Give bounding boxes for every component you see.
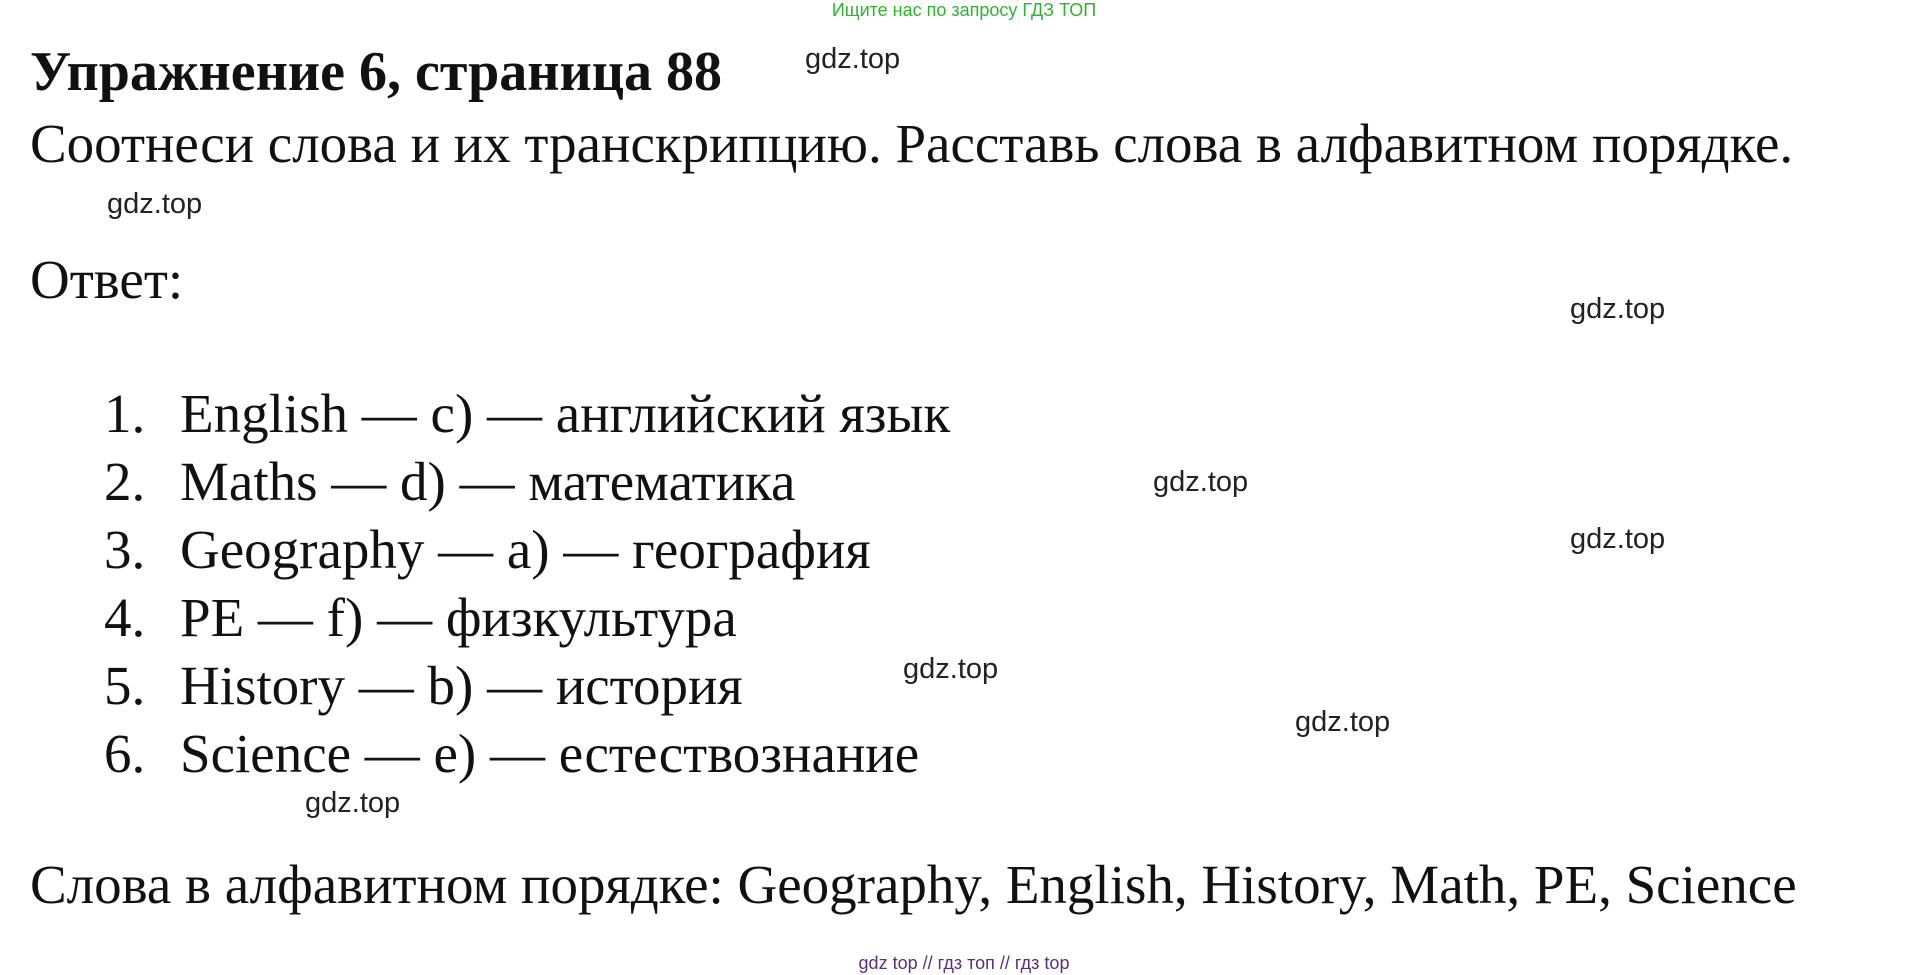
list-item-number: 2. xyxy=(104,451,146,512)
watermark: gdz.top xyxy=(1295,706,1391,738)
list-item-text: History — b) — история xyxy=(180,655,743,716)
list-item-number: 1. xyxy=(104,383,146,444)
watermark: gdz.top xyxy=(1570,523,1666,555)
watermark: gdz.top xyxy=(805,43,901,75)
watermark: gdz.top xyxy=(903,653,999,685)
answer-label: Ответ: xyxy=(30,249,184,310)
list-item: 2. Maths — d) — математика xyxy=(104,454,795,509)
footer-links[interactable]: gdz top // гдз топ // гдз top xyxy=(0,953,1928,974)
alphabetical-order-line: Слова в алфавитном порядке: Geography, E… xyxy=(30,854,1797,915)
top-banner: Ищите нас по запросу ГДЗ ТОП xyxy=(831,0,1097,20)
list-item: 1. English — c) — английский язык xyxy=(104,386,950,441)
watermark: gdz.top xyxy=(305,787,401,819)
watermark: gdz.top xyxy=(1153,466,1249,498)
list-item: 6. Science — e) — естествознание xyxy=(104,726,919,781)
list-item-number: 3. xyxy=(104,519,146,580)
watermark: gdz.top xyxy=(1570,293,1666,325)
list-item: 5. History — b) — история xyxy=(104,658,743,713)
list-item-text: PE — f) — физкультура xyxy=(180,587,737,648)
list-item-number: 6. xyxy=(104,723,146,784)
page-title: Упражнение 6, страница 88 xyxy=(30,41,723,103)
list-item: 3. Geography — a) — география xyxy=(104,522,871,577)
list-item-number: 5. xyxy=(104,655,146,716)
list-item-text: Maths — d) — математика xyxy=(180,451,796,512)
list-item-text: Geography — a) — география xyxy=(180,519,871,580)
list-item: 4. PE — f) — физкультура xyxy=(104,590,737,645)
list-item-number: 4. xyxy=(104,587,146,648)
list-item-text: Science — e) — естествознание xyxy=(180,723,920,784)
list-item-text: English — c) — английский язык xyxy=(180,383,951,444)
watermark: gdz.top xyxy=(107,188,203,220)
task-text: Соотнеси слова и их транскрипцию. Расста… xyxy=(30,113,1794,174)
